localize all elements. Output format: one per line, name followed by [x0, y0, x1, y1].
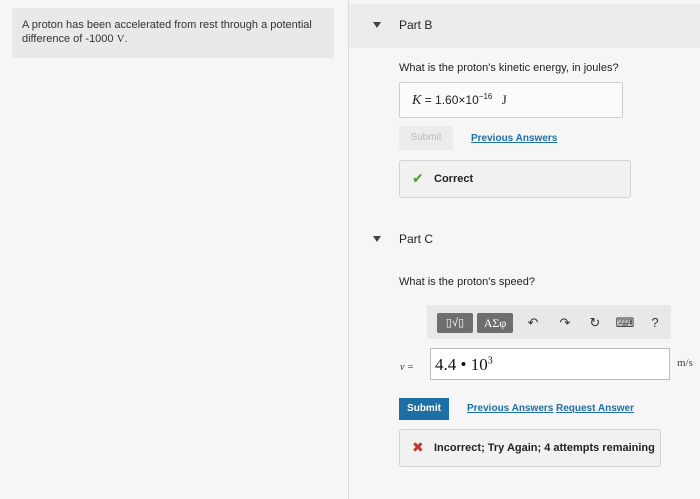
templates-button[interactable]: ▯√▯ — [437, 313, 473, 333]
part-c-previous-answers-link[interactable]: Previous Answers — [467, 403, 553, 414]
part-b-submit-button: Submit — [399, 126, 453, 150]
speed-exponent: 3 — [487, 355, 493, 367]
answer-mantissa: 1.60×10 — [435, 93, 479, 107]
speed-units: m/s — [677, 357, 693, 369]
part-b-answer: K = 1.60×10−16 J — [412, 92, 507, 109]
x-icon: ✖ — [412, 439, 424, 455]
part-b-answer-box: K = 1.60×10−16 J — [399, 82, 623, 118]
problem-text-prefix: A proton has been accelerated from rest … — [22, 19, 312, 45]
part-b-feedback: ✔ Correct — [399, 160, 631, 198]
math-toolbar: ▯√▯ ΑΣφ ↶ ↷ ↻ ⌨ ? — [427, 305, 671, 339]
reset-icon[interactable]: ↻ — [585, 313, 605, 333]
problem-text: A proton has been accelerated from rest … — [22, 18, 322, 46]
redo-icon[interactable]: ↷ — [555, 313, 575, 333]
part-c-feedback-text: Incorrect; Try Again; 4 attempts remaini… — [434, 442, 655, 454]
answer-equals: = — [424, 93, 432, 107]
collapse-caret-icon[interactable] — [373, 236, 381, 242]
problem-statement: A proton has been accelerated from rest … — [12, 8, 334, 58]
answer-variable: K — [412, 93, 422, 108]
help-icon[interactable]: ? — [645, 313, 665, 333]
part-b-label: Part B — [399, 18, 433, 32]
speed-answer-value: 4.4 • 103 — [435, 355, 493, 375]
speed-answer-input[interactable]: 4.4 • 103 — [430, 348, 670, 380]
part-b-header[interactable]: Part B — [349, 4, 700, 48]
problem-value: -1000 — [85, 33, 114, 45]
part-c-submit-button[interactable]: Submit — [399, 398, 449, 420]
keyboard-icon[interactable]: ⌨ — [615, 313, 635, 333]
part-b-question: What is the proton's kinetic energy, in … — [399, 62, 619, 74]
speed-variable-label: v = — [400, 362, 414, 373]
undo-icon[interactable]: ↶ — [523, 313, 543, 333]
answer-unit: J — [501, 92, 507, 107]
problem-suffix: . — [124, 33, 128, 45]
part-c-label: Part C — [399, 232, 434, 246]
part-b-feedback-text: Correct — [434, 173, 474, 185]
request-answer-link[interactable]: Request Answer — [556, 403, 634, 414]
part-c-question: What is the proton's speed? — [399, 276, 536, 288]
part-c-feedback: ✖ Incorrect; Try Again; 4 attempts remai… — [399, 429, 661, 467]
problem-unit: V — [116, 33, 125, 45]
check-icon: ✔ — [412, 170, 424, 186]
speed-mantissa: 4.4 • 10 — [435, 355, 488, 374]
part-c-header[interactable]: Part C — [349, 218, 700, 262]
collapse-caret-icon[interactable] — [373, 22, 381, 28]
left-panel: A proton has been accelerated from rest … — [0, 0, 349, 499]
part-b-previous-answers-link[interactable]: Previous Answers — [471, 133, 557, 144]
right-panel: Part B What is the proton's kinetic ener… — [349, 0, 700, 499]
greek-symbols-button[interactable]: ΑΣφ — [477, 313, 513, 333]
answer-exponent: −16 — [478, 92, 493, 101]
